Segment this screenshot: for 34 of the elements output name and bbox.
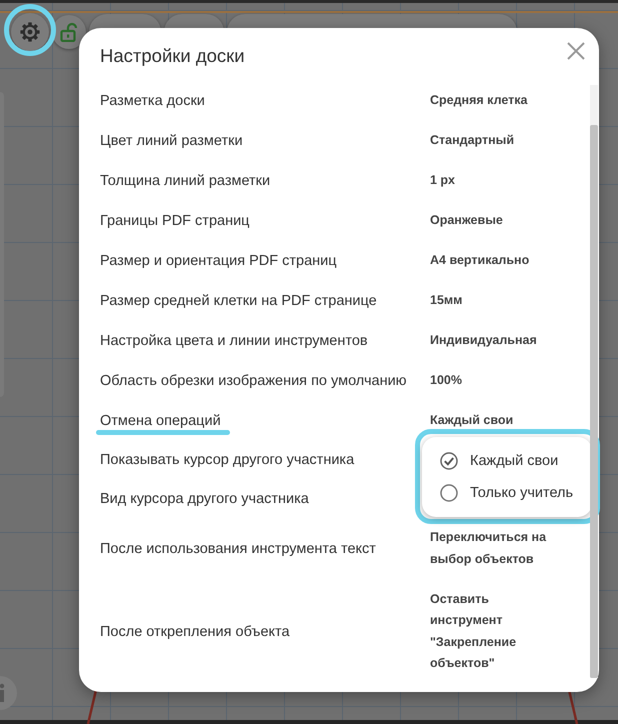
setting-label: Цвет линий разметки xyxy=(100,132,243,151)
setting-label: После открепления объекта xyxy=(100,622,290,642)
setting-label: Разметка доски xyxy=(100,92,205,111)
setting-value[interactable]: Переключиться на выбор объектов xyxy=(430,527,552,570)
setting-label: Размер и ориентация PDF страниц xyxy=(100,252,337,271)
dialog-title: Настройки доски xyxy=(100,45,245,67)
setting-value[interactable]: Стандартный xyxy=(430,130,514,152)
setting-label: Границы PDF страниц xyxy=(100,212,250,231)
close-button[interactable] xyxy=(565,40,587,62)
setting-label: Вид курсора другого участника xyxy=(100,490,309,509)
setting-label: Толщина линий разметки xyxy=(100,172,270,191)
page-border-line xyxy=(567,690,579,724)
setting-value[interactable]: 100% xyxy=(430,370,462,392)
setting-label: Область обрезки изображения по умолчанию xyxy=(100,372,407,391)
setting-label: Отмена операций xyxy=(100,412,221,431)
setting-label: После использования инструмента текст xyxy=(100,540,376,559)
setting-label: Показывать курсор другого участника xyxy=(100,451,354,470)
page-border-line xyxy=(86,690,98,724)
setting-value[interactable]: Оранжевые xyxy=(430,210,503,232)
setting-value[interactable]: Оставить инструмент "Закрепление объектов" xyxy=(430,588,552,675)
setting-value[interactable]: 1 px xyxy=(430,170,456,192)
info-icon[interactable] xyxy=(0,676,18,710)
setting-value[interactable]: Индивидуальная xyxy=(430,330,537,352)
close-icon xyxy=(567,42,585,60)
setting-value[interactable]: 15мм xyxy=(430,290,462,312)
settings-button[interactable] xyxy=(11,13,49,51)
dropdown-option[interactable]: Каждый свои xyxy=(422,445,592,477)
setting-label: Размер средней клетки на PDF странице xyxy=(100,292,377,311)
setting-value[interactable]: А4 вертикально xyxy=(430,250,530,272)
setting-value[interactable]: Средняя клетка xyxy=(430,90,528,112)
setting-value[interactable]: Каждый свои xyxy=(430,410,514,432)
settings-icon xyxy=(20,22,40,42)
setting-label: Настройка цвета и линии инструментов xyxy=(100,332,368,351)
dropdown-option[interactable]: Только учитель xyxy=(422,477,592,509)
